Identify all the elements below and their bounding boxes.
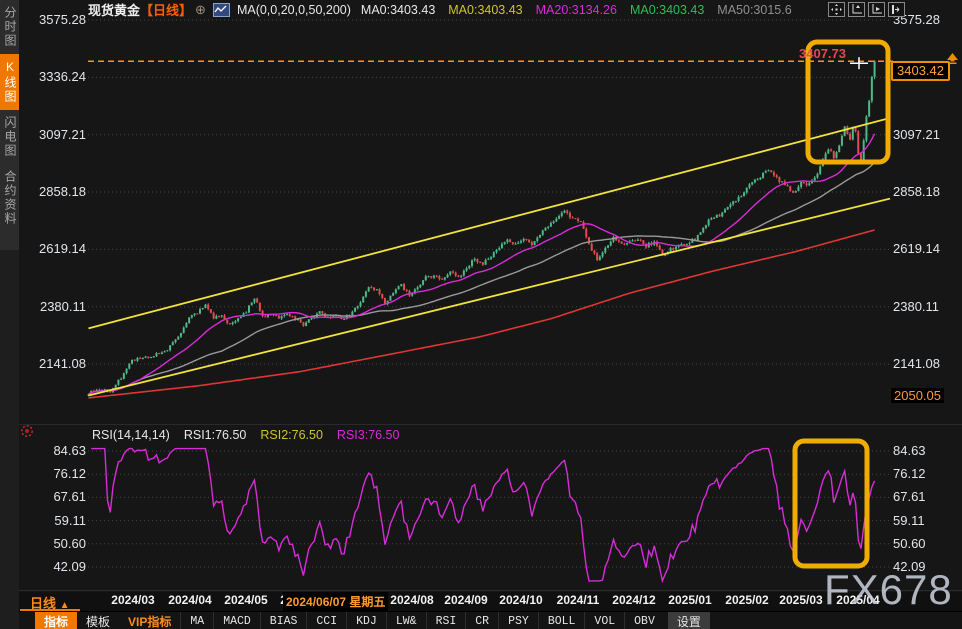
ma-legend-value-2: MA20:3134.26 bbox=[536, 3, 617, 17]
x-axis-label: 2024/10 bbox=[499, 593, 542, 607]
symbol-name: 现货黄金 bbox=[88, 0, 140, 19]
rsi-legend-value-0: RSI1:76.50 bbox=[184, 428, 247, 442]
range-low-label: 2050.05 bbox=[891, 388, 944, 403]
sidebar-filler bbox=[0, 250, 19, 629]
axis-label: 2380.11 bbox=[893, 299, 939, 314]
sidebar-item-K线图[interactable]: K线图 bbox=[0, 54, 19, 110]
rsi-title: RSI(14,14,14) bbox=[92, 428, 170, 442]
axis-label: 59.11 bbox=[893, 513, 925, 528]
trading-app-window: 分时图K线图闪电图合约资料 现货黄金 【日线】 ⊕ MA(0,0,20,0,50… bbox=[0, 0, 962, 629]
date-tooltip: 2024/06/07 星期五 bbox=[283, 592, 388, 611]
tab-LW&[interactable]: LW& bbox=[386, 612, 426, 629]
ma-legend: MA0:3403.43 MA0:3403.43 MA20:3134.26 MA0:34… bbox=[358, 3, 792, 17]
tab-CR[interactable]: CR bbox=[465, 612, 498, 629]
chart-tool-icons bbox=[828, 2, 905, 17]
current-price-tag: 3403.42 bbox=[891, 61, 950, 81]
sidebar-item-合约资料[interactable]: 合约资料 bbox=[0, 164, 19, 232]
x-axis-row: 日线 ▲ 2024/032024/042024/052024/062024/07… bbox=[19, 592, 962, 611]
session-high-annotation: 3407.73 bbox=[799, 46, 846, 61]
x-axis-label: 2024/08 bbox=[390, 593, 433, 607]
tab-模板[interactable]: 模板 bbox=[77, 612, 119, 629]
sidebar-item-闪电图[interactable]: 闪电图 bbox=[0, 110, 19, 164]
tab-BOLL[interactable]: BOLL bbox=[538, 612, 585, 629]
ma-legend-value-3: MA0:3403.43 bbox=[630, 3, 704, 17]
rsi-legend-value-1: RSI2:76.50 bbox=[260, 428, 323, 442]
x-axis-label: 2025/01 bbox=[668, 593, 711, 607]
axis-scale-right-icon[interactable] bbox=[868, 2, 885, 17]
ma-legend-value-0: MA0:3403.43 bbox=[361, 3, 435, 17]
chart-header: 现货黄金 【日线】 ⊕ MA(0,0,20,0,50,200) MA0:3403… bbox=[88, 1, 792, 18]
period-badge[interactable]: 【日线】 bbox=[140, 0, 192, 19]
rsi-bottom-divider bbox=[19, 590, 962, 591]
sidebar-item-分时图[interactable]: 分时图 bbox=[0, 0, 19, 54]
ma-legend-value-1: MA0:3403.43 bbox=[448, 3, 522, 17]
tab-RSI[interactable]: RSI bbox=[426, 612, 466, 629]
pane-divider bbox=[19, 424, 962, 425]
axis-label: 2619.14 bbox=[893, 241, 940, 256]
mini-chart-icon[interactable] bbox=[213, 3, 230, 17]
tab-VIP指标[interactable]: VIP指标 bbox=[119, 612, 180, 629]
tab-指标[interactable]: 指标 bbox=[35, 612, 77, 629]
axis-label: 2858.18 bbox=[893, 184, 940, 199]
x-axis-label: 2024/05 bbox=[224, 593, 267, 607]
price-alert-arrow-icon[interactable] bbox=[946, 51, 959, 69]
watermark: FX678 bbox=[824, 566, 953, 614]
x-axis-label: 2024/09 bbox=[444, 593, 487, 607]
x-axis-label: 2024/12 bbox=[612, 593, 655, 607]
axis-scale-up-icon[interactable] bbox=[848, 2, 865, 17]
pan-right-icon[interactable] bbox=[888, 2, 905, 17]
add-overlay-icon[interactable]: ⊕ bbox=[195, 2, 206, 18]
tab-MACD[interactable]: MACD bbox=[213, 612, 260, 629]
tab-VOL[interactable]: VOL bbox=[584, 612, 624, 629]
axis-label: 2141.08 bbox=[893, 356, 940, 371]
tab-设置[interactable]: 设置 bbox=[668, 612, 710, 629]
axis-label: 84.63 bbox=[893, 443, 926, 458]
rsi-legend-value-2: RSI3:76.50 bbox=[337, 428, 400, 442]
x-axis-label: 2024/11 bbox=[557, 593, 600, 607]
tab-PSY[interactable]: PSY bbox=[498, 612, 538, 629]
axis-label: 67.61 bbox=[893, 489, 926, 504]
x-axis-label: 2025/03 bbox=[779, 593, 822, 607]
tab-MA[interactable]: MA bbox=[180, 612, 213, 629]
chart-type-sidebar: 分时图K线图闪电图合约资料 bbox=[0, 0, 19, 629]
ma-legend-value-4: MA50:3015.6 bbox=[717, 3, 791, 17]
x-axis-label: 2024/04 bbox=[168, 593, 211, 607]
axis-label: 3097.21 bbox=[893, 127, 940, 142]
rsi-legend: RSI(14,14,14) RSI1:76.50 RSI2:76.50 RSI3:7… bbox=[92, 428, 399, 442]
ma-settings-label: MA(0,0,20,0,50,200) bbox=[237, 3, 351, 17]
tab-BIAS[interactable]: BIAS bbox=[260, 612, 307, 629]
axis-label: 76.12 bbox=[893, 466, 926, 481]
chart-canvas[interactable] bbox=[0, 0, 962, 629]
indicator-toolbar: 指标模板VIP指标MAMACDBIASCCIKDJLW&RSICRPSYBOLL… bbox=[19, 611, 962, 629]
alarm-flash-icon[interactable] bbox=[20, 424, 34, 443]
axis-label: 50.60 bbox=[893, 536, 926, 551]
x-axis-label: 2025/02 bbox=[725, 593, 768, 607]
tab-KDJ[interactable]: KDJ bbox=[346, 612, 386, 629]
tab-CCI[interactable]: CCI bbox=[306, 612, 346, 629]
x-axis-label: 2024/03 bbox=[111, 593, 154, 607]
tab-OBV[interactable]: OBV bbox=[624, 612, 664, 629]
move-icon[interactable] bbox=[828, 2, 845, 17]
